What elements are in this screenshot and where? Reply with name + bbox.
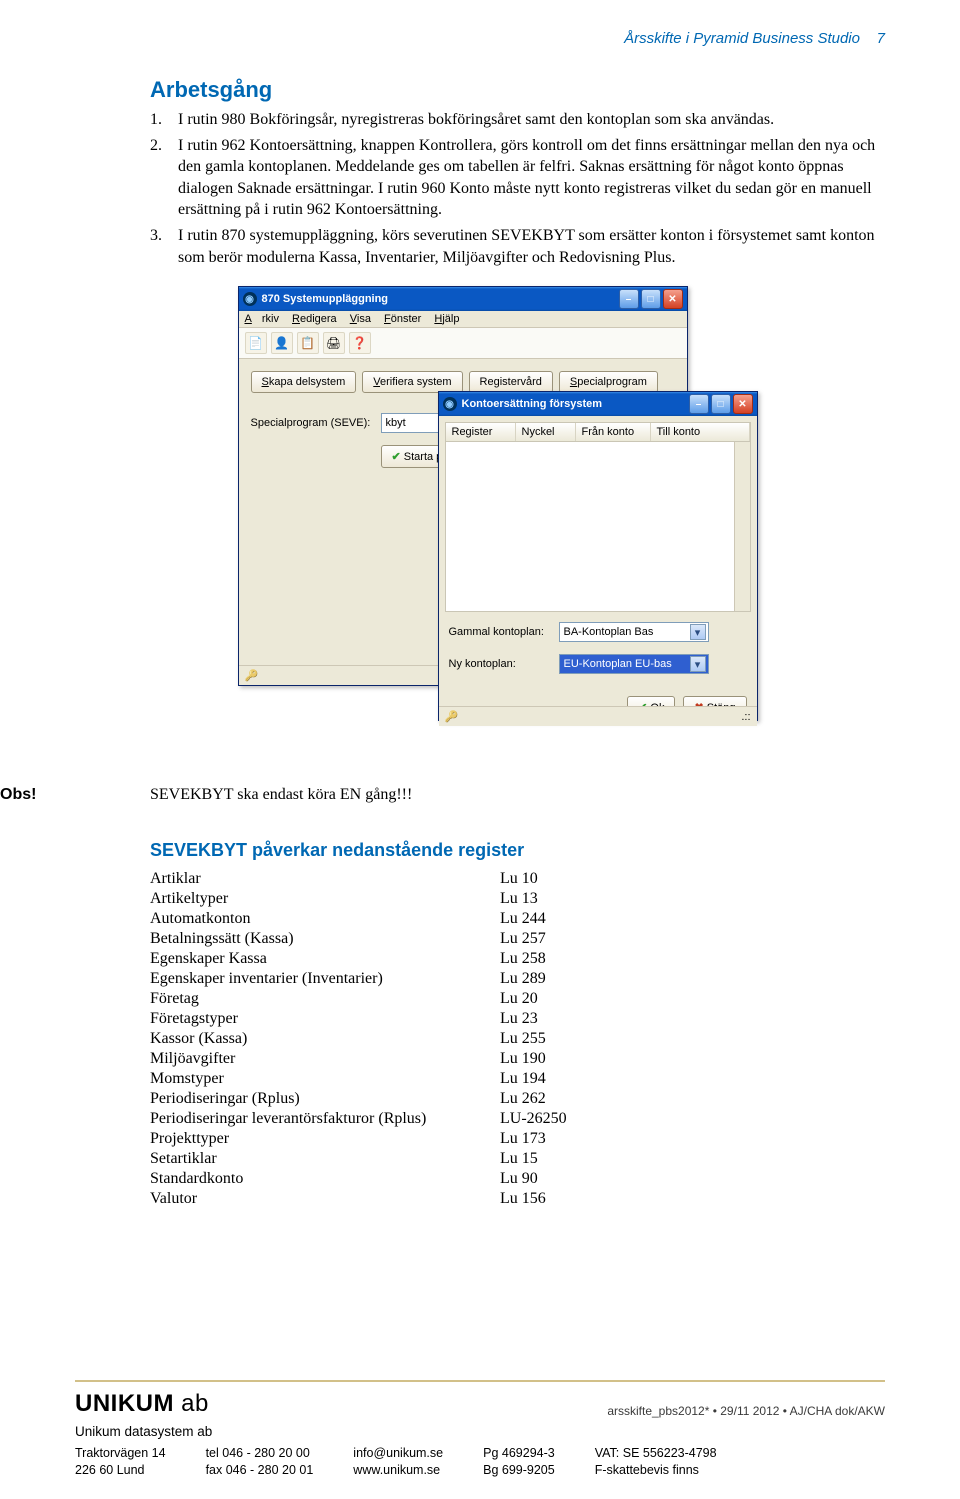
page-footer: UNIKUM ab arsskifte_pbs2012* • 29/11 201… — [0, 1380, 960, 1479]
table-row: ArtikeltyperLu 13 — [150, 889, 567, 909]
page-number: 7 — [877, 30, 885, 47]
step-2: 2.I rutin 962 Kontoersättning, knappen K… — [178, 135, 885, 221]
toolbar-icon-4[interactable]: 🖨 — [323, 332, 345, 354]
toolbar-icon-2[interactable]: 👤 — [271, 332, 293, 354]
menu-hjalp[interactable]: Hjälp — [434, 313, 459, 325]
chevron-down-icon: ▾ — [690, 624, 706, 640]
obs-text: SEVEKBYT ska endast köra EN gång!!! — [150, 786, 412, 804]
section-heading: Arbetsgång — [150, 77, 885, 103]
dialog-title: Kontoersättning försystem — [462, 398, 603, 410]
titlebar-dialog[interactable]: Kontoersättning försystem – □ ✕ — [439, 392, 757, 416]
running-title: Årsskifte i Pyramid Business Studio — [624, 30, 860, 47]
toolbar-icon-5[interactable]: ❓ — [349, 332, 371, 354]
close-button[interactable]: ✕ — [733, 394, 753, 414]
menu-arkiv[interactable]: Arkiv — [245, 313, 279, 325]
ny-kontoplan-label: Ny kontoplan: — [449, 658, 559, 670]
chevron-down-icon: ▾ — [690, 656, 706, 672]
footer-rule — [75, 1380, 885, 1382]
col-fran[interactable]: Från konto — [576, 423, 651, 441]
running-header: Årsskifte i Pyramid Business Studio 7 — [150, 30, 885, 47]
minimize-button[interactable]: – — [689, 394, 709, 414]
close-button[interactable]: ✕ — [663, 289, 683, 309]
col-nyckel[interactable]: Nyckel — [516, 423, 576, 441]
registervard-button[interactable]: Registervård — [469, 371, 553, 393]
screenshot-figure: 870 Systemuppläggning – □ ✕ Arkiv Redige… — [150, 286, 885, 726]
maximize-button[interactable]: □ — [641, 289, 661, 309]
col-till[interactable]: Till konto — [651, 423, 750, 441]
footer-subbrand: Unikum datasystem ab — [75, 1424, 885, 1439]
table-row: Kassor (Kassa)Lu 255 — [150, 1029, 567, 1049]
steps-list: 1.I rutin 980 Bokföringsår, nyregistrera… — [150, 109, 885, 268]
table-row: StandardkontoLu 90 — [150, 1169, 567, 1189]
titlebar-870[interactable]: 870 Systemuppläggning – □ ✕ — [239, 287, 687, 311]
table-row: Egenskaper inventarier (Inventarier)Lu 2… — [150, 969, 567, 989]
col-register[interactable]: Register — [446, 423, 516, 441]
table-row: SetartiklarLu 15 — [150, 1149, 567, 1169]
statusbar-dialog: .:: — [439, 706, 757, 726]
verifiera-system-button[interactable]: Verifiera system — [362, 371, 462, 393]
step-1: 1.I rutin 980 Bokföringsår, nyregistrera… — [178, 109, 885, 131]
table-row: FöretagLu 20 — [150, 989, 567, 1009]
register-heading: SEVEKBYT påverkar nedanstående register — [150, 840, 885, 861]
brand-944: UNIKUM ab — [75, 1390, 209, 1418]
footer-col-address: Traktorvägen 14 226 60 Lund — [75, 1445, 166, 1479]
maximize-button[interactable]: □ — [711, 394, 731, 414]
gammal-kontoplan-combo[interactable]: BA-Kontoplan Bas▾ — [559, 622, 709, 642]
key-icon — [445, 710, 459, 723]
specialprogram-button[interactable]: Specialprogram — [559, 371, 658, 393]
list-header: Register Nyckel Från konto Till konto — [445, 422, 751, 442]
ny-kontoplan-combo[interactable]: EU-Kontoplan EU-bas▾ — [559, 654, 709, 674]
register-table: ArtiklarLu 10ArtikeltyperLu 13Automatkon… — [150, 869, 567, 1209]
specialprogram-label: Specialprogram (SEVE): — [251, 417, 381, 429]
footer-col-vat: VAT: SE 556223-4798 F-skattebevis finns — [595, 1445, 717, 1479]
menu-bar: Arkiv Redigera Visa Fönster Hjälp — [239, 311, 687, 328]
table-row: Egenskaper KassaLu 258 — [150, 949, 567, 969]
table-row: Betalningssätt (Kassa)Lu 257 — [150, 929, 567, 949]
table-row: Periodiseringar (Rplus)Lu 262 — [150, 1089, 567, 1109]
table-row: MiljöavgifterLu 190 — [150, 1049, 567, 1069]
dialog-kontoersattning: Kontoersättning försystem – □ ✕ Register… — [438, 391, 758, 721]
window-title: 870 Systemuppläggning — [262, 293, 389, 305]
gammal-kontoplan-label: Gammal kontoplan: — [449, 626, 559, 638]
table-row: Periodiseringar leverantörsfakturor (Rpl… — [150, 1109, 567, 1129]
toolbar: 📄 👤 📋 🖨 ❓ — [239, 328, 687, 359]
footer-col-phone: tel 046 - 280 20 00 fax 046 - 280 20 01 — [206, 1445, 314, 1479]
minimize-button[interactable]: – — [619, 289, 639, 309]
app-icon — [443, 397, 457, 411]
footer-meta: arsskifte_pbs2012* • 29/11 2012 • AJ/CHA… — [607, 1404, 885, 1418]
table-row: ProjekttyperLu 173 — [150, 1129, 567, 1149]
key-icon — [245, 669, 259, 682]
obs-label: Obs! — [0, 786, 150, 804]
skapa-delsystem-button[interactable]: Skapa delsystem — [251, 371, 357, 393]
menu-redigera[interactable]: Redigera — [292, 313, 337, 325]
table-row: MomstyperLu 194 — [150, 1069, 567, 1089]
table-row: AutomatkontonLu 244 — [150, 909, 567, 929]
footer-col-giro: Pg 469294-3 Bg 699-9205 — [483, 1445, 555, 1479]
scrollbar[interactable] — [734, 442, 750, 611]
menu-visa[interactable]: Visa — [350, 313, 371, 325]
toolbar-icon-3[interactable]: 📋 — [297, 332, 319, 354]
table-row: ValutorLu 156 — [150, 1189, 567, 1209]
footer-col-web: info@unikum.se www.unikum.se — [353, 1445, 443, 1479]
list-body[interactable] — [445, 442, 751, 612]
toolbar-icon-1[interactable]: 📄 — [245, 332, 267, 354]
table-row: FöretagstyperLu 23 — [150, 1009, 567, 1029]
app-icon — [243, 292, 257, 306]
table-row: ArtiklarLu 10 — [150, 869, 567, 889]
step-3: 3.I rutin 870 systemuppläggning, körs se… — [178, 225, 885, 268]
menu-fonster[interactable]: Fönster — [384, 313, 421, 325]
